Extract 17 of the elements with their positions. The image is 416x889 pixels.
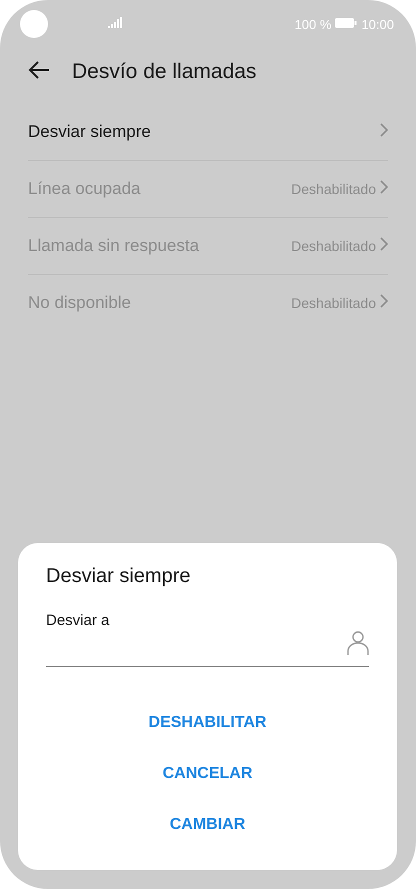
chevron-icon	[380, 122, 388, 136]
chevron-icon	[380, 180, 388, 194]
chevron-icon	[380, 294, 388, 308]
battery-icon	[335, 18, 358, 28]
back-arrow-icon[interactable]	[28, 60, 50, 78]
dialog-button[interactable]: DESHABILITAR	[140, 697, 274, 748]
contact-icon[interactable]	[347, 631, 369, 655]
camera-cutout	[20, 10, 48, 38]
dialog-button[interactable]: CAMBIAR	[162, 799, 254, 850]
screen-title: Desvío de llamadas	[72, 60, 256, 84]
input-field[interactable]	[46, 629, 369, 667]
dialog-title: Desviar siempre	[46, 565, 192, 588]
signal-icon	[108, 17, 122, 28]
settings-row[interactable]: Desviar siempre	[28, 104, 388, 161]
dialog-button[interactable]: CANCELAR	[154, 748, 260, 799]
field-label: Desviar a	[46, 612, 110, 629]
chevron-icon	[380, 236, 388, 250]
